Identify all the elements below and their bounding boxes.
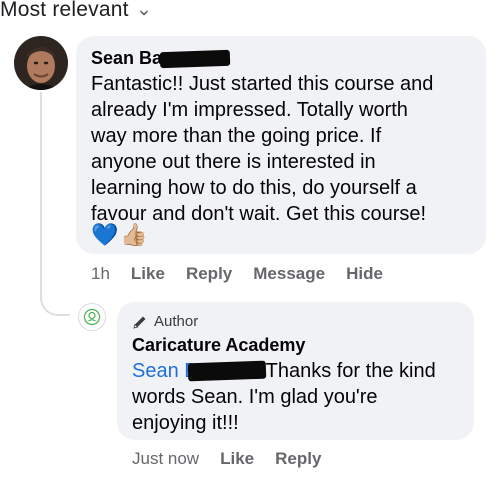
comment-line: way more than the going price. If: [91, 125, 382, 147]
comment-reactions: 💙 👍🏼: [91, 222, 148, 248]
comment-line: anyone out there is interested in: [91, 151, 376, 173]
thumbs-up-emoji: 👍🏼: [120, 222, 148, 247]
message-button[interactable]: Message: [253, 264, 325, 284]
sort-label: Most relevant: [0, 0, 129, 21]
page-avatar[interactable]: [78, 303, 106, 331]
redaction-bar: [159, 49, 231, 68]
comment-line: learning how to do this, do yourself a: [91, 177, 417, 199]
reply-line: enjoying it!!!: [132, 412, 239, 434]
like-button[interactable]: Like: [131, 264, 165, 284]
reply-button[interactable]: Reply: [186, 264, 232, 284]
comment-bubble: Sean Ba Fantastic!! Just started this co…: [76, 36, 486, 254]
thread-connector: [40, 284, 70, 316]
redaction-bar: [187, 360, 266, 382]
comment-author[interactable]: Sean Ba: [91, 48, 231, 69]
comment-actions: 1h Like Reply Message Hide: [91, 264, 404, 284]
avatar[interactable]: [14, 36, 68, 90]
chevron-down-icon: [139, 5, 149, 16]
reply-line-1: Thanks for the kind: [265, 360, 436, 382]
comment-line: already I'm impressed. Totally worth: [91, 99, 408, 121]
reply-line: Sean B Thanks for the kind: [132, 358, 472, 384]
reply-like-button[interactable]: Like: [220, 449, 254, 469]
reply-author-name[interactable]: Caricature Academy: [132, 335, 305, 356]
pen-icon: [133, 316, 146, 329]
caricature-academy-logo: [83, 308, 101, 326]
reply-text: Sean B Thanks for the kind words Sean. I…: [132, 358, 472, 436]
thread-line: [40, 92, 42, 287]
reply-line: words Sean. I'm glad you're: [132, 386, 378, 408]
reply-bubble: Author Caricature Academy Sean B Thanks …: [117, 302, 474, 440]
author-badge: Author: [132, 313, 198, 330]
reply-reply-button[interactable]: Reply: [275, 449, 321, 469]
comment-line: favour and don't wait. Get this course!: [91, 203, 427, 225]
reply-timestamp[interactable]: Just now: [132, 449, 199, 469]
blue-heart-emoji: 💙: [91, 222, 119, 247]
reply-actions: Just now Like Reply: [132, 449, 342, 469]
author-badge-label: Author: [154, 313, 199, 330]
comment-text: Fantastic!! Just started this course and…: [91, 71, 486, 227]
comment-timestamp[interactable]: 1h: [91, 264, 110, 284]
sort-dropdown[interactable]: Most relevant: [0, 0, 149, 28]
comment-author-name: Sean Ba: [91, 48, 163, 68]
hide-button[interactable]: Hide: [346, 264, 383, 284]
comment-line: Fantastic!! Just started this course and: [91, 73, 434, 95]
